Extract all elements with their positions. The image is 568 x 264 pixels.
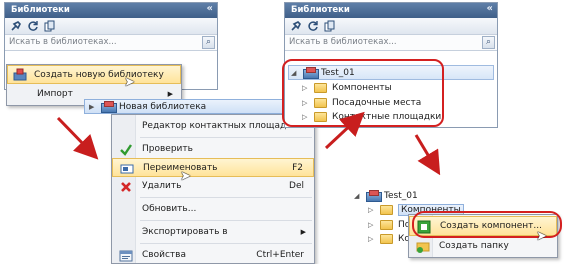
collapse-arrow-icon[interactable]: ◢	[354, 192, 362, 200]
menu-separator	[140, 220, 312, 221]
panel-title: Библиотеки	[291, 5, 350, 15]
properties-item[interactable]: Свойства Ctrl+Enter	[112, 246, 314, 264]
folder-icon	[380, 219, 393, 230]
arrow-to-component-menu	[414, 134, 441, 176]
mouse-cursor-icon: ➤	[124, 75, 135, 90]
check-item[interactable]: Проверить	[112, 140, 314, 158]
bottom-tree-root-test01[interactable]: ◢ Test_01	[354, 188, 418, 203]
rename-shortcut: F2	[292, 162, 303, 173]
menu-separator	[140, 243, 312, 244]
library-icon	[101, 101, 117, 113]
refresh-icon[interactable]	[306, 20, 319, 33]
library-search-box[interactable]: Искать в библиотеках... ⌕	[5, 35, 217, 51]
copy-library-icon[interactable]	[323, 20, 336, 33]
menu-separator	[140, 137, 312, 138]
delete-icon	[119, 180, 133, 194]
properties-shortcut: Ctrl+Enter	[256, 250, 304, 260]
properties-label: Свойства	[142, 250, 186, 260]
collapse-panel-icon[interactable]: «	[207, 3, 213, 14]
folder-icon	[380, 204, 393, 215]
search-input[interactable]: Искать в библиотеках...	[289, 37, 397, 47]
check-icon	[119, 143, 133, 157]
import-label: Импорт	[37, 89, 73, 99]
refresh-item[interactable]: Обновить...	[112, 200, 314, 218]
connect-library-icon[interactable]	[9, 20, 22, 33]
search-input[interactable]: Искать в библиотеках...	[9, 37, 117, 47]
menu-separator	[140, 197, 312, 198]
collapse-panel-icon[interactable]: «	[487, 3, 493, 14]
export-label: Экспортировать в	[142, 227, 228, 237]
refresh-label: Обновить...	[142, 204, 197, 214]
new-library-label: Новая библиотека	[119, 101, 207, 112]
export-item[interactable]: Экспортировать в ▶	[112, 223, 314, 241]
create-folder-item[interactable]: Создать папку	[409, 236, 557, 256]
mouse-cursor-icon: ➤	[536, 229, 547, 244]
folder-icon	[380, 233, 393, 244]
panel-toolbar	[5, 18, 217, 35]
check-label: Проверить	[142, 144, 193, 154]
bottom-tree-item-footprints[interactable]: ▷ По	[368, 217, 410, 232]
delete-shortcut: Del	[289, 181, 304, 191]
bottom-tree-item-pads[interactable]: ▷ Ко	[368, 231, 410, 246]
submenu-arrow-icon: ▶	[167, 90, 173, 98]
bottom-tree-root-label: Test_01	[384, 190, 418, 201]
rename-item[interactable]: Переименовать F2	[112, 158, 314, 177]
new-library-icon	[13, 68, 27, 82]
panel-title-bar: Библиотеки «	[5, 3, 217, 18]
refresh-icon[interactable]	[26, 20, 39, 33]
arrow-to-context-menu	[56, 116, 99, 160]
expand-arrow-icon[interactable]: ▷	[368, 221, 376, 229]
expand-arrow-icon[interactable]: ▶	[89, 103, 97, 111]
library-context-menu: Редактор контактных площадок... Проверит…	[111, 114, 315, 264]
pad-editor-label: Редактор контактных площадок...	[142, 121, 306, 131]
new-folder-icon	[416, 239, 430, 253]
library-icon	[366, 190, 382, 202]
search-icon[interactable]: ⌕	[482, 36, 495, 49]
mouse-cursor-icon: ➤	[180, 169, 191, 184]
properties-icon	[119, 249, 133, 263]
copy-library-icon[interactable]	[43, 20, 56, 33]
panel-title-bar: Библиотеки «	[285, 3, 497, 18]
library-search-box[interactable]: Искать в библиотеках... ⌕	[285, 35, 497, 51]
expand-arrow-icon[interactable]: ▷	[368, 235, 376, 243]
rename-icon	[120, 162, 134, 176]
search-icon[interactable]: ⌕	[202, 36, 215, 49]
expand-arrow-icon[interactable]: ▷	[368, 206, 376, 214]
create-new-library-item[interactable]: Создать новую библиотеку	[7, 65, 181, 84]
panel-toolbar	[285, 18, 497, 35]
delete-label: Удалить	[142, 181, 182, 191]
panel-title: Библиотеки	[11, 5, 70, 15]
new-library-tree-row[interactable]: ▶ Новая библиотека	[84, 99, 306, 114]
submenu-arrow-icon: ▶	[300, 228, 306, 236]
create-new-library-label: Создать новую библиотеку	[34, 69, 164, 80]
create-folder-label: Создать папку	[439, 241, 509, 251]
connect-library-icon[interactable]	[289, 20, 302, 33]
highlight-outline	[282, 59, 444, 127]
delete-item[interactable]: Удалить Del	[112, 177, 314, 195]
